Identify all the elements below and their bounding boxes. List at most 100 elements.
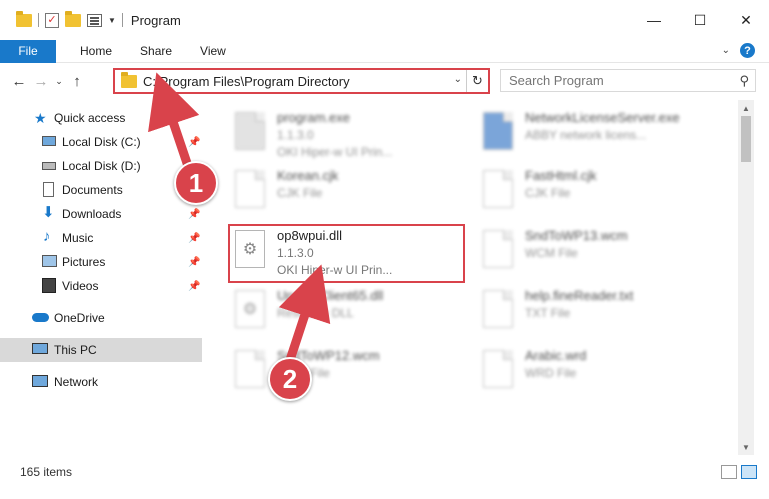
file-item[interactable]: FastHtml.cjk CJK File — [475, 166, 725, 222]
file-icon — [235, 170, 265, 208]
window-title: Program — [130, 12, 181, 28]
tiles-view-icon[interactable] — [741, 465, 757, 479]
file-version: 1.1.3.0 — [277, 128, 314, 142]
sidebar-item-label: Documents — [62, 183, 123, 197]
sidebar-item-this-pc[interactable]: This PC — [0, 338, 202, 362]
search-icon[interactable]: ⚲ — [739, 73, 749, 89]
tab-home[interactable]: Home — [66, 44, 126, 58]
forward-arrow-icon[interactable]: → — [30, 73, 52, 90]
address-dropdown-chevron-icon[interactable]: ⌄ — [454, 74, 462, 85]
scroll-up-arrow-icon[interactable]: ▲ — [738, 100, 754, 116]
file-icon — [483, 230, 513, 268]
ribbon-tabs: File Home Share View ⌄ ? — [0, 39, 769, 63]
pin-icon[interactable]: 📌 — [188, 233, 200, 244]
file-type: WRD File — [525, 366, 577, 380]
pin-icon[interactable]: 📌 — [188, 257, 200, 268]
drive-icon — [42, 136, 56, 146]
star-icon: ★ — [34, 110, 47, 126]
step-badge-2: 2 — [268, 357, 312, 401]
sidebar-item-music[interactable]: ♪ Music 📌 — [0, 226, 202, 250]
file-icon — [483, 290, 513, 328]
file-name: FastHtml.cjk — [525, 168, 597, 183]
minimize-button[interactable]: — — [631, 0, 677, 40]
file-type: WCM File — [525, 246, 578, 260]
maximize-button[interactable]: ☐ — [677, 0, 723, 40]
drive-icon — [42, 162, 56, 170]
file-icon — [483, 350, 513, 388]
status-bar: 165 items — [0, 460, 769, 484]
tab-view[interactable]: View — [186, 44, 240, 58]
vertical-scrollbar[interactable]: ▲ ▼ — [738, 100, 754, 455]
cloud-icon — [32, 313, 49, 322]
sidebar-item-downloads[interactable]: ⬇ Downloads 📌 — [0, 202, 202, 226]
search-input[interactable] — [509, 73, 729, 88]
chevron-down-icon[interactable]: ▼ — [108, 16, 116, 25]
customize-toolbar-icon[interactable] — [87, 13, 102, 27]
sidebar-item-local-disk-d[interactable]: Local Disk (D:) — [0, 154, 202, 178]
address-path[interactable]: C:\Program Files\Program Directory — [143, 74, 350, 89]
folder-icon — [121, 71, 137, 88]
file-item[interactable]: SndToWP12.wcm WCM File — [227, 346, 477, 402]
help-icon[interactable]: ? — [740, 43, 755, 58]
refresh-icon[interactable]: ↻ — [466, 70, 488, 92]
address-bar[interactable]: C:\Program Files\Program Directory ⌄ ↻ — [113, 68, 490, 94]
up-arrow-icon[interactable]: ↑ — [66, 73, 88, 90]
file-item[interactable]: NetworkLicenseServer.exe ABBY network li… — [475, 108, 725, 164]
file-item[interactable]: ⚙ UpdateClient65.dll Resource DLL — [227, 286, 477, 342]
back-arrow-icon[interactable]: ← — [8, 73, 30, 90]
navigation-bar: ← → ⌄ ↑ C:\Program Files\Program Directo… — [0, 64, 769, 98]
sidebar-item-pictures[interactable]: Pictures 📌 — [0, 250, 202, 274]
sidebar-item-quick-access[interactable]: ★ Quick access — [0, 106, 202, 130]
properties-check-icon[interactable]: ✓ — [45, 12, 59, 28]
dll-gear-icon: ⚙ — [235, 290, 265, 328]
details-view-icon[interactable] — [721, 465, 737, 479]
file-item[interactable]: SndToWP13.wcm WCM File — [475, 226, 725, 282]
title-bar: ✓ ▼ Program — ☐ ✕ — [0, 0, 769, 40]
music-icon: ♪ — [43, 228, 51, 245]
computer-icon — [32, 343, 48, 354]
pin-icon[interactable]: 📌 — [188, 281, 200, 292]
toolbar-divider — [38, 13, 39, 27]
file-item[interactable]: Korean.cjk CJK File — [227, 166, 477, 222]
file-item[interactable]: help.fineReader.txt TXT File — [475, 286, 725, 342]
tab-share[interactable]: Share — [126, 44, 186, 58]
file-item[interactable]: program.exe 1.1.3.0 OKI Hiper-w UI Prin.… — [227, 108, 477, 164]
sidebar-item-label: Network — [54, 375, 99, 389]
quick-access-toolbar: ✓ ▼ — [0, 10, 123, 28]
file-description: ABBY network licens... — [525, 128, 647, 142]
sidebar-item-label: Videos — [62, 279, 99, 293]
sidebar-item-label: OneDrive — [54, 311, 105, 325]
toolbar-divider — [121, 13, 123, 27]
sidebar-item-local-disk-c[interactable]: Local Disk (C:) 📌 — [0, 130, 202, 154]
file-item[interactable]: Arabic.wrd WRD File — [475, 346, 725, 402]
file-type: Resource DLL — [277, 306, 354, 320]
sidebar-item-documents[interactable]: Documents — [0, 178, 202, 202]
network-icon — [32, 375, 48, 387]
highlight-box — [228, 224, 465, 283]
scroll-thumb[interactable] — [741, 116, 751, 162]
pin-icon[interactable]: 📌 — [188, 209, 200, 220]
sidebar-item-onedrive[interactable]: OneDrive — [0, 306, 202, 330]
recent-locations-chevron-icon[interactable]: ⌄ — [52, 76, 66, 87]
pin-icon[interactable]: 📌 — [188, 137, 200, 148]
file-name: SndToWP13.wcm — [525, 228, 628, 243]
sidebar-item-label: This PC — [54, 343, 97, 357]
sidebar-item-network[interactable]: Network — [0, 370, 202, 394]
file-icon — [235, 350, 265, 388]
sidebar-item-videos[interactable]: Videos 📌 — [0, 274, 202, 298]
scroll-down-arrow-icon[interactable]: ▼ — [738, 439, 754, 455]
videos-icon — [42, 278, 56, 293]
new-folder-icon[interactable] — [65, 10, 81, 27]
pictures-icon — [42, 255, 57, 267]
file-type: CJK File — [525, 186, 571, 200]
exe-file-icon — [483, 112, 513, 150]
expand-ribbon-chevron-icon[interactable]: ⌄ — [722, 45, 730, 56]
sidebar-item-label: Local Disk (D:) — [62, 159, 141, 173]
file-name: Arabic.wrd — [525, 348, 587, 363]
search-box[interactable]: ⚲ — [500, 69, 756, 92]
file-type: TXT File — [525, 306, 571, 320]
file-name: Korean.cjk — [277, 168, 339, 183]
close-button[interactable]: ✕ — [723, 0, 769, 40]
sidebar-item-label: Quick access — [54, 111, 126, 125]
tab-file[interactable]: File — [0, 39, 56, 63]
